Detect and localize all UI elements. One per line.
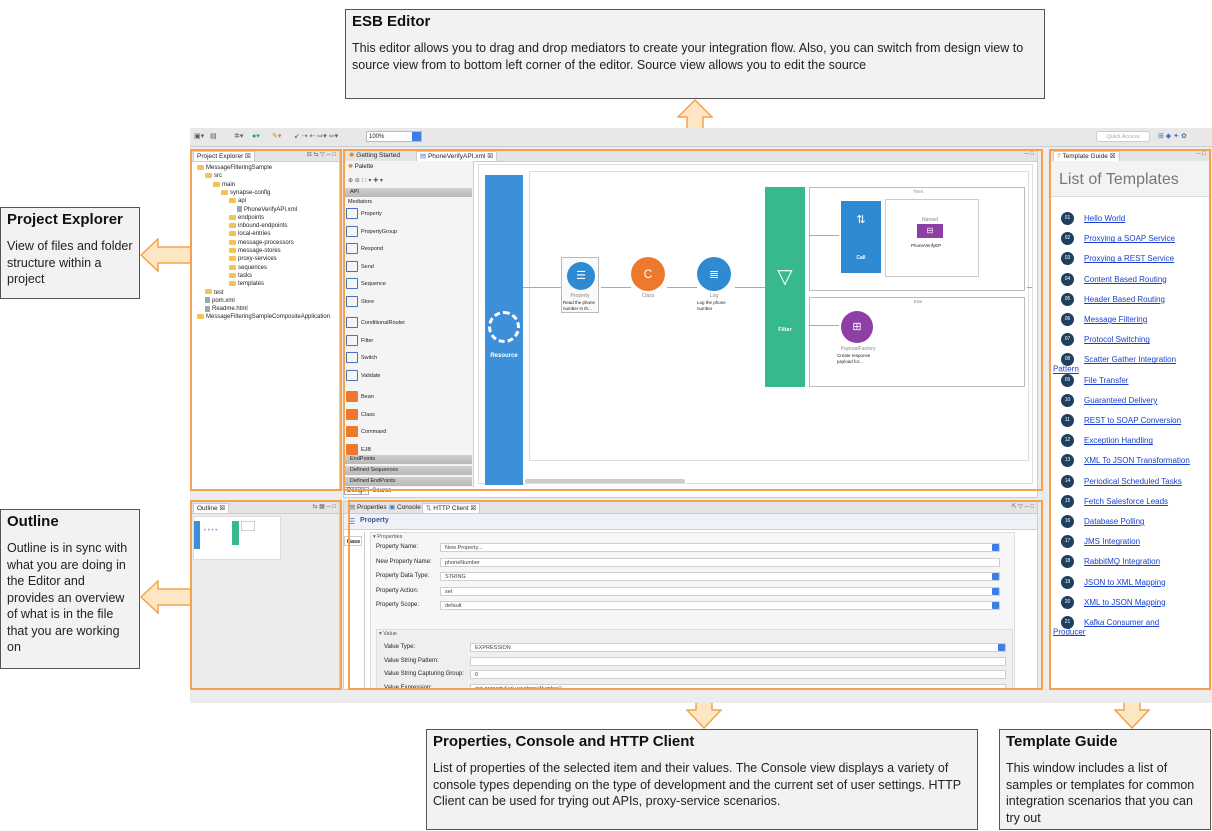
callout-text: List of properties of the selected item … <box>433 761 961 808</box>
highlight-project-explorer <box>190 149 342 491</box>
debug-icon[interactable]: ✲▾ <box>234 132 243 142</box>
outline-callout: Outline Outline is in sync with what you… <box>0 509 140 669</box>
left-arrow-icon <box>140 580 192 614</box>
tools-icon[interactable]: ✎▾ <box>272 132 281 142</box>
callout-title: Template Guide <box>1006 733 1118 750</box>
highlight-editor <box>343 149 1043 491</box>
callout-title: ESB Editor <box>352 13 431 30</box>
esb-editor-callout: ESB Editor This editor allows you to dra… <box>345 9 1045 99</box>
highlight-properties <box>348 500 1043 690</box>
callout-title: Outline <box>7 513 59 530</box>
template-guide-callout: Template Guide This window includes a li… <box>999 729 1211 830</box>
left-arrow-icon <box>140 238 192 272</box>
callout-text: Outline is in sync with what you are doi… <box>7 541 128 654</box>
highlight-outline <box>190 500 342 690</box>
zoom-select[interactable]: 100% <box>366 131 422 142</box>
save-icon[interactable]: ▤ <box>210 132 217 142</box>
new-icon[interactable]: ▣▾ <box>194 132 204 142</box>
run-icon[interactable]: ●▾ <box>252 132 260 142</box>
highlight-template-guide <box>1049 149 1211 690</box>
nav-icons[interactable]: ↙ ⇢ ⇠ ⇨▾ ⇦▾ <box>294 132 338 142</box>
zoom-value: 100% <box>369 134 385 140</box>
chevron-down-icon <box>412 132 421 141</box>
project-explorer-callout: Project Explorer View of files and folde… <box>0 207 140 299</box>
callout-title: Project Explorer <box>7 211 123 228</box>
callout-title: Properties, Console and HTTP Client <box>433 733 695 750</box>
perspective-icons[interactable]: ⊞ ◆ ✦ ✿ <box>1158 132 1187 142</box>
quick-access-input[interactable]: Quick Access <box>1096 131 1150 142</box>
callout-text: View of files and folder structure withi… <box>7 239 133 286</box>
callout-text: This editor allows you to drag and drop … <box>352 41 1024 72</box>
callout-text: This window includes a list of samples o… <box>1006 761 1195 825</box>
properties-callout: Properties, Console and HTTP Client List… <box>426 729 978 830</box>
main-toolbar: ▣▾ ▤ ✲▾ ●▾ ✎▾ ↙ ⇢ ⇠ ⇨▾ ⇦▾ 100% Quick Acc… <box>190 128 1212 147</box>
